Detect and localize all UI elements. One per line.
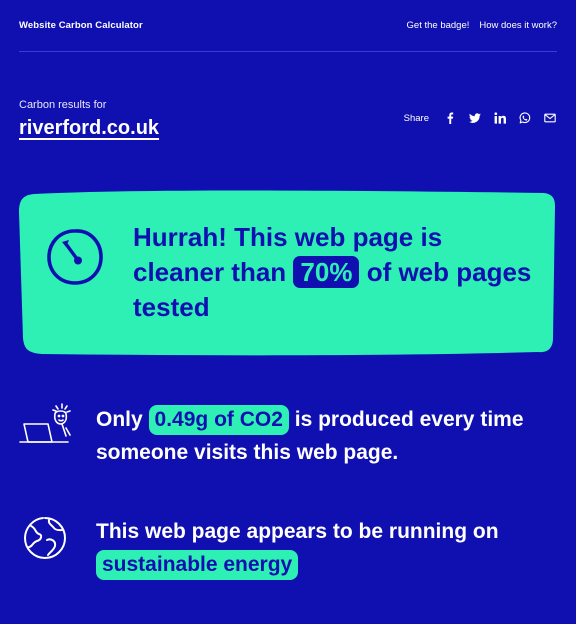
nav-get-badge-link[interactable]: Get the badge!: [407, 20, 470, 31]
results-label: Carbon results for: [19, 99, 107, 111]
results-header: Carbon results for riverford.co.uk: [19, 99, 159, 140]
co2-text-before: Only: [96, 408, 143, 431]
nav-how-it-works-link[interactable]: How does it work?: [479, 20, 557, 31]
results-url-link[interactable]: riverford.co.uk: [19, 117, 159, 140]
globe-icon: [24, 517, 66, 559]
linkedin-icon[interactable]: [494, 112, 506, 124]
top-nav: Get the badge! How does it work?: [407, 20, 557, 31]
sustainable-energy-badge: sustainable energy: [96, 550, 299, 580]
gauge-icon: [47, 229, 103, 285]
energy-text-before: This web page appears to be running on: [96, 520, 499, 543]
share-label: Share: [403, 112, 429, 124]
person-laptop-icon: [19, 403, 71, 443]
cleaner-percent-badge: 70%: [293, 256, 360, 288]
energy-stat: This web page appears to be running on s…: [96, 515, 546, 581]
hero-message: Hurrah! This web page is cleaner than 70…: [133, 220, 533, 325]
facebook-icon[interactable]: [444, 112, 456, 124]
whatsapp-icon[interactable]: [519, 112, 531, 124]
co2-amount-badge: 0.49g of CO2: [148, 405, 289, 435]
site-brand[interactable]: Website Carbon Calculator: [19, 20, 143, 31]
twitter-icon[interactable]: [469, 112, 481, 124]
top-bar: Website Carbon Calculator Get the badge!…: [19, 0, 557, 52]
email-icon[interactable]: [544, 112, 556, 124]
share-bar: Share: [404, 112, 556, 124]
co2-stat: Only 0.49g of CO2 is produced every time…: [96, 403, 546, 469]
hero-card: Hurrah! This web page is cleaner than 70…: [18, 188, 556, 356]
